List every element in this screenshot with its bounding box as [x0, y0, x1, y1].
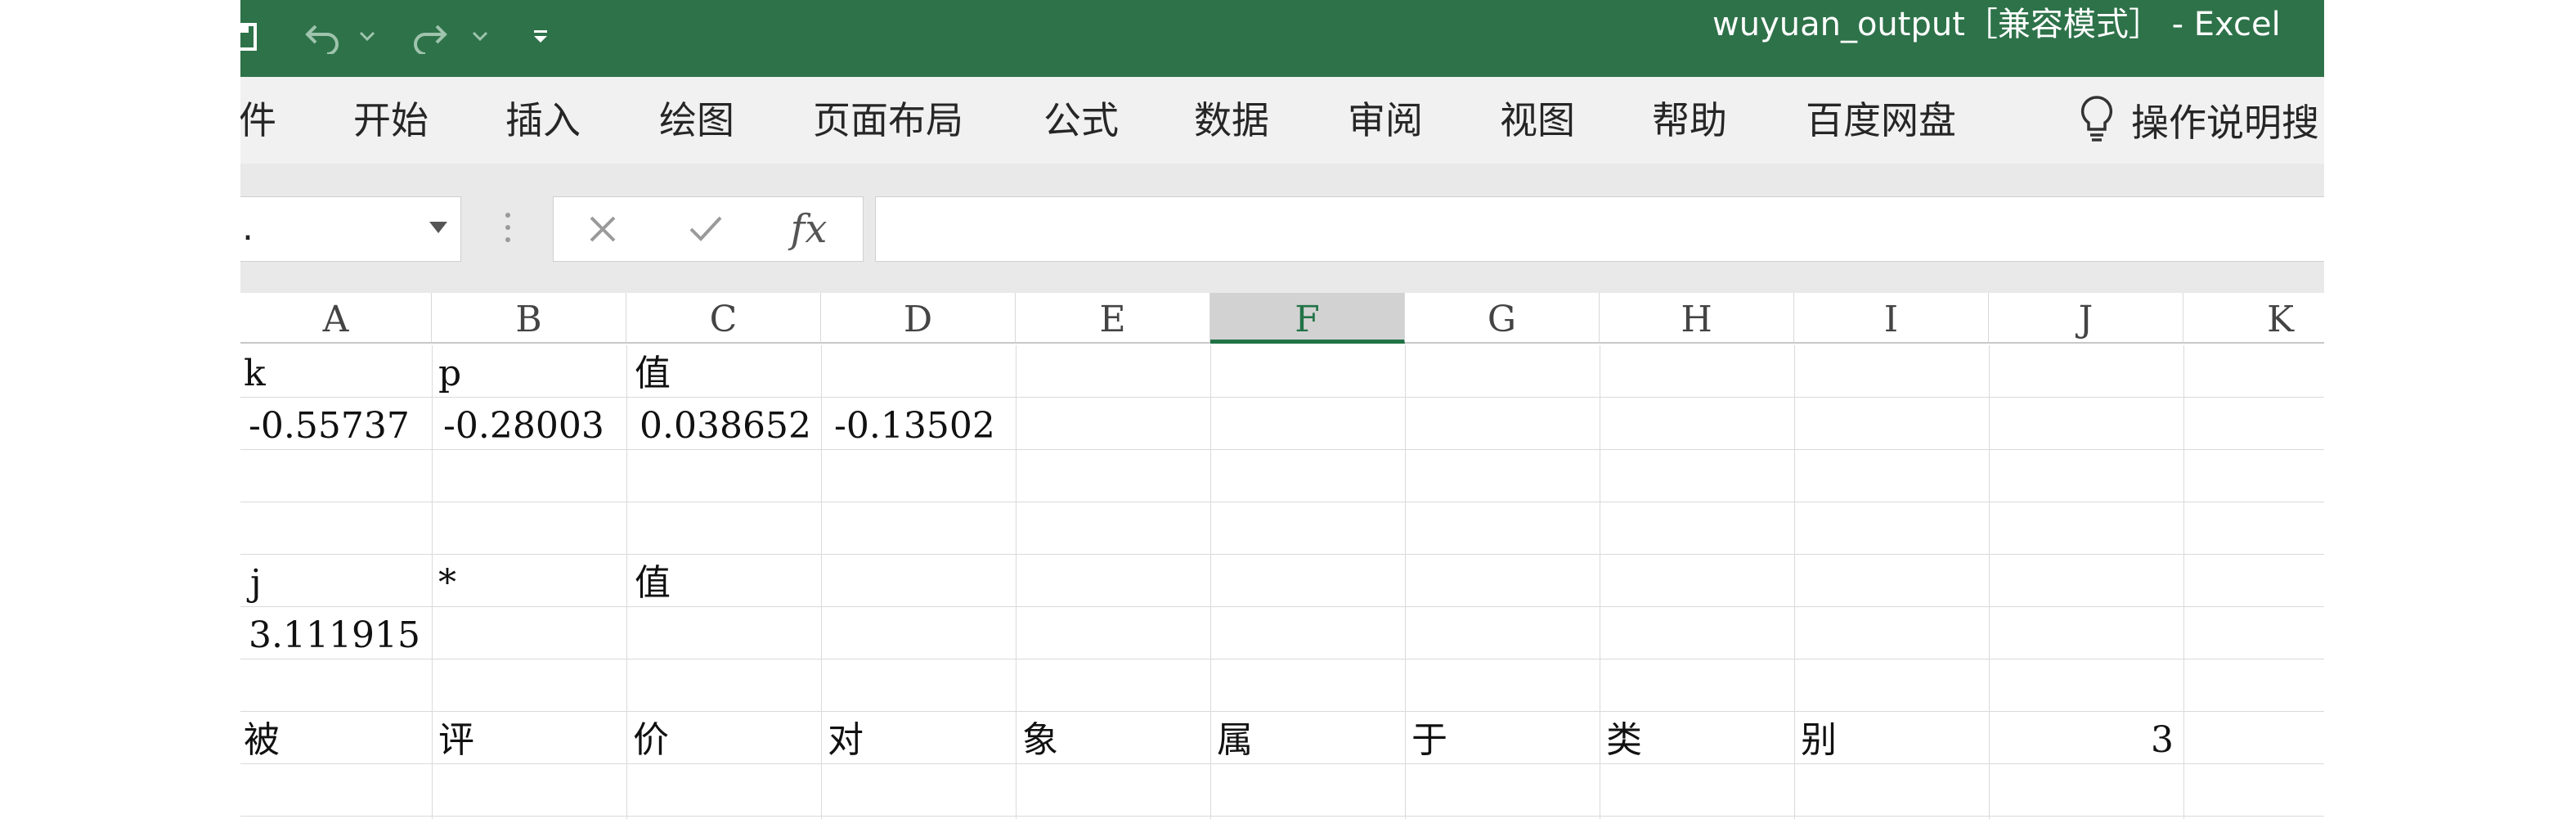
grid-line [626, 345, 627, 819]
cell-b8[interactable]: 评 [438, 712, 474, 764]
column-header-g[interactable]: G [1405, 293, 1600, 344]
column-header-c[interactable]: C [626, 293, 821, 344]
column-header-a[interactable]: A [240, 293, 432, 344]
tab-baidu-netdisk[interactable]: 百度网盘 [1806, 77, 1956, 164]
column-header-e[interactable]: E [1016, 293, 1210, 344]
tab-draw[interactable]: 绘图 [659, 77, 734, 164]
name-box[interactable]: . [240, 196, 461, 262]
grid-line [821, 345, 822, 819]
grid-line [1210, 345, 1211, 819]
formula-buttons: fx [553, 196, 864, 262]
tab-insert[interactable]: 插入 [505, 77, 581, 164]
cell-d8[interactable]: 对 [828, 712, 864, 764]
column-header-k[interactable]: K [2183, 293, 2324, 344]
tab-page-layout[interactable]: 页面布局 [813, 77, 963, 164]
formula-bar: . fx [240, 164, 2324, 293]
cell-h8[interactable]: 类 [1606, 712, 1642, 764]
tab-formulas[interactable]: 公式 [1043, 77, 1119, 164]
grid-line [432, 345, 433, 819]
customize-quick-access-icon[interactable] [528, 11, 553, 61]
grid-line [1794, 345, 1795, 819]
fx-icon: fx [790, 206, 828, 252]
cell-grid[interactable]: k p 值 -0.55737 -0.28003 0.038652 -0.1350… [240, 345, 2324, 819]
cell-a6[interactable]: 3.111915 [249, 607, 420, 659]
ribbon-tabs: 件 开始 插入 绘图 页面布局 公式 数据 审阅 视图 帮助 百度网盘 操作说明… [240, 77, 2324, 164]
grid-line [240, 606, 2324, 607]
cell-c1[interactable]: 值 [635, 345, 671, 398]
undo-dropdown-icon[interactable] [355, 11, 379, 61]
tab-data[interactable]: 数据 [1194, 77, 1269, 164]
grid-line [1405, 345, 1406, 819]
redo-icon[interactable] [406, 11, 455, 61]
name-box-value: . [242, 207, 254, 249]
title-bar: wuyuan_output［兼容模式］ - Excel [240, 0, 2324, 77]
cell-b1[interactable]: p [438, 345, 461, 398]
name-box-dropdown-icon[interactable] [429, 222, 447, 233]
excel-window: wuyuan_output［兼容模式］ - Excel 件 开始 插入 绘图 页… [240, 0, 2324, 819]
cell-a8[interactable]: 被 [244, 712, 280, 764]
column-header-j[interactable]: J [1989, 293, 2183, 344]
column-header-f[interactable]: F [1210, 293, 1405, 344]
formula-input[interactable] [875, 196, 2324, 262]
cell-b5[interactable]: * [438, 555, 456, 607]
cell-c2[interactable]: 0.038652 [640, 398, 811, 450]
cancel-icon[interactable] [562, 197, 644, 261]
cell-g8[interactable]: 于 [1411, 712, 1447, 764]
tell-me-search[interactable]: 操作说明搜 [2079, 77, 2319, 164]
grid-line [240, 816, 2324, 817]
column-headers: A B C D E F G H I J K [240, 293, 2324, 345]
save-icon[interactable] [240, 11, 262, 61]
cell-c5[interactable]: 值 [635, 555, 671, 607]
window-title: wuyuan_output［兼容模式］ - Excel [1712, 6, 2281, 43]
grid-line [2183, 345, 2184, 819]
column-header-b[interactable]: B [432, 293, 626, 344]
formula-text [876, 208, 886, 250]
cell-a2[interactable]: -0.55737 [249, 398, 410, 450]
tab-view[interactable]: 视图 [1500, 77, 1575, 164]
tab-review[interactable]: 审阅 [1348, 77, 1423, 164]
cell-c8[interactable]: 价 [633, 712, 669, 764]
undo-icon[interactable] [298, 11, 347, 61]
cell-i8[interactable]: 别 [1801, 712, 1837, 764]
tab-help[interactable]: 帮助 [1652, 77, 1727, 164]
grid-line [240, 554, 2324, 555]
cell-a1[interactable]: k [244, 345, 266, 398]
redo-dropdown-icon[interactable] [468, 11, 492, 61]
column-header-h[interactable]: H [1600, 293, 1794, 344]
cell-j8[interactable]: 3 [1989, 712, 2174, 764]
cell-e8[interactable]: 象 [1022, 712, 1058, 764]
column-header-i[interactable]: I [1794, 293, 1989, 344]
formula-bar-splitter[interactable] [505, 213, 510, 245]
tab-home[interactable]: 开始 [353, 77, 429, 164]
cell-d2[interactable]: -0.13502 [834, 398, 995, 450]
lightbulb-icon [2079, 94, 2131, 146]
enter-check-icon[interactable] [665, 197, 747, 261]
tab-file[interactable]: 件 [240, 77, 276, 164]
column-header-d[interactable]: D [821, 293, 1016, 344]
insert-function-button[interactable]: fx [768, 197, 850, 261]
cell-f8[interactable]: 属 [1217, 712, 1253, 764]
cell-a5[interactable]: j [250, 555, 262, 607]
tell-me-label: 操作说明搜 [2131, 101, 2319, 145]
cell-b2[interactable]: -0.28003 [443, 398, 604, 450]
